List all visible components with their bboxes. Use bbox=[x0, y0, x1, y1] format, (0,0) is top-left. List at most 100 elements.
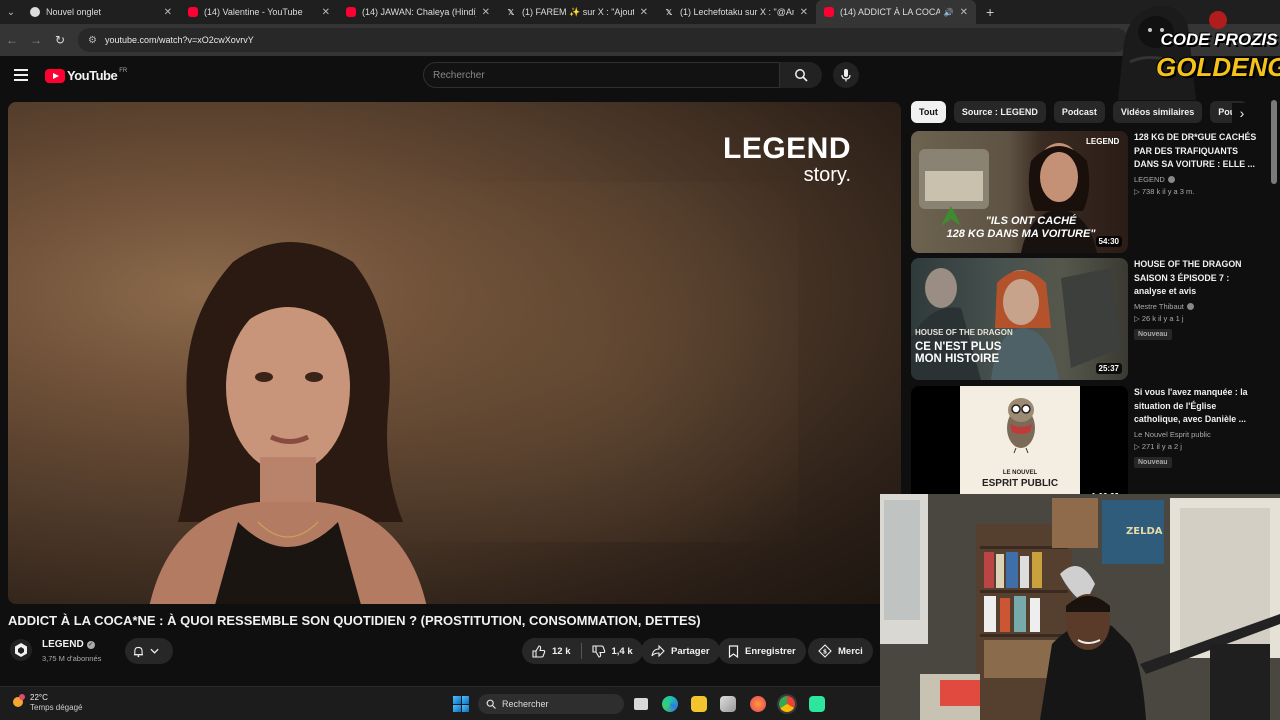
chip-source[interactable]: Source : LEGEND bbox=[953, 101, 1046, 123]
close-icon[interactable]: ✕ bbox=[640, 7, 648, 18]
file-explorer-icon[interactable] bbox=[691, 696, 707, 712]
search-button[interactable] bbox=[780, 62, 822, 88]
recommendation-title[interactable]: 128 KG DE DR*GUE CACHÉS PAR DES TRAFIQUA… bbox=[1134, 131, 1262, 172]
voice-search-button[interactable] bbox=[833, 62, 859, 88]
speaker-icon[interactable]: 🔊 bbox=[944, 8, 954, 17]
recommendation-title[interactable]: HOUSE OF THE DRAGON SAISON 3 ÉPISODE 7 :… bbox=[1134, 258, 1262, 299]
chip-all[interactable]: Tout bbox=[911, 101, 946, 123]
legend-story-watermark: LEGEND story. bbox=[723, 132, 852, 187]
channel-avatar[interactable] bbox=[10, 639, 32, 661]
recommendation-item[interactable]: LE NOUVEL ESPRIT PUBLIC 1:06:22 Si vous … bbox=[911, 386, 1271, 508]
watermark-story: story. bbox=[803, 164, 852, 186]
thumbnail-caption-2: CE N'EST PLUS MON HISTOIRE bbox=[915, 341, 1002, 365]
task-view-icon[interactable] bbox=[634, 698, 648, 710]
notifications-button[interactable] bbox=[125, 638, 173, 664]
windows-start-icon[interactable] bbox=[453, 696, 469, 712]
tab-new[interactable]: Nouvel onglet ✕ bbox=[22, 0, 180, 24]
taskbar-search[interactable]: Rechercher bbox=[478, 694, 624, 714]
address-bar: ← → ↻ ⚙ youtube.com/watch?v=xO2cwXovrvY bbox=[0, 24, 1280, 56]
recommendation-channel[interactable]: LEGEND bbox=[1134, 175, 1165, 184]
streamer-overlay-logo: CODE PROZIS GOLDENG bbox=[1110, 2, 1280, 100]
site-info-icon[interactable]: ⚙ bbox=[88, 35, 97, 46]
close-icon[interactable]: ✕ bbox=[322, 7, 330, 18]
back-icon[interactable]: ← bbox=[0, 33, 24, 47]
recommendation-item[interactable]: HOUSE OF THE DRAGON CE N'EST PLUS MON HI… bbox=[911, 258, 1271, 380]
url-field[interactable]: ⚙ youtube.com/watch?v=xO2cwXovrvY bbox=[78, 28, 1128, 52]
filter-chips: Tout Source : LEGEND Podcast Vidéos simi… bbox=[911, 101, 1256, 125]
dislike-button[interactable]: 1,4 k bbox=[591, 644, 633, 658]
video-duration: 54:30 bbox=[1095, 236, 1122, 247]
thumbs-up-icon bbox=[532, 644, 546, 658]
tab-title: (14) ADDICT À LA COCA*NE bbox=[840, 7, 940, 17]
new-tab-icon[interactable]: + bbox=[986, 4, 994, 20]
logo-text: YouTube bbox=[67, 68, 118, 83]
page-scrollbar[interactable] bbox=[1271, 100, 1277, 184]
verified-icon: ✓ bbox=[86, 641, 95, 649]
tab-title: (14) JAWAN: Chaleya (Hindi) | S bbox=[362, 7, 476, 17]
recommendation-channel[interactable]: Mestre Thibaut bbox=[1134, 302, 1184, 311]
youtube-icon bbox=[346, 7, 356, 17]
thumbnail-channel-mark: LEGEND bbox=[1086, 137, 1120, 146]
video-title: ADDICT À LA COCA*NE : À QUOI RESSEMBLE S… bbox=[8, 613, 701, 628]
chevron-right-icon[interactable]: › bbox=[1232, 103, 1252, 123]
app-icon[interactable] bbox=[809, 696, 825, 712]
share-label: Partager bbox=[671, 645, 710, 657]
tab-valentine[interactable]: (14) Valentine - YouTube ✕ bbox=[180, 0, 338, 24]
recommendation-info: HOUSE OF THE DRAGON SAISON 3 ÉPISODE 7 :… bbox=[1134, 258, 1262, 341]
close-icon[interactable]: ✕ bbox=[164, 7, 172, 18]
recommendation-channel-row: Mestre Thibaut bbox=[1134, 302, 1262, 311]
legend-logo-icon bbox=[15, 643, 27, 657]
video-actions-row: LEGEND ✓ 3,75 M d'abonnés 12 k 1,4 k Part… bbox=[8, 636, 888, 666]
youtube-icon bbox=[824, 7, 834, 17]
tab-addict-active[interactable]: (14) ADDICT À LA COCA*NE 🔊 ✕ bbox=[816, 0, 976, 24]
bookmark-icon bbox=[728, 644, 739, 658]
thanks-button[interactable]: $ Merci bbox=[808, 638, 873, 664]
channel-name-wrap[interactable]: LEGEND ✓ bbox=[42, 639, 95, 650]
firefox-icon[interactable] bbox=[750, 696, 766, 712]
thumbnail-caption-1: HOUSE OF THE DRAGON bbox=[915, 328, 1013, 337]
thumbnail-caption-1: "ILS ONT CACHÉ bbox=[985, 215, 1077, 227]
chrome-icon[interactable] bbox=[779, 696, 795, 712]
search-placeholder: Rechercher bbox=[433, 69, 485, 81]
browser-tab-strip: ⌄ Nouvel onglet ✕ (14) Valentine - YouTu… bbox=[0, 0, 1280, 24]
video-thumbnail[interactable]: LEGEND "ILS ONT CACHÉ 128 KG DANS MA VOI… bbox=[911, 131, 1128, 253]
temperature: 22°C bbox=[30, 693, 48, 702]
recommendation-item[interactable]: LEGEND "ILS ONT CACHÉ 128 KG DANS MA VOI… bbox=[911, 131, 1271, 253]
recommendation-title[interactable]: Si vous l'avez manquée : la situation de… bbox=[1134, 386, 1262, 427]
chip-similar[interactable]: Vidéos similaires bbox=[1112, 101, 1203, 123]
youtube-logo[interactable]: YouTube FR bbox=[45, 68, 127, 83]
tab-search-menu-icon[interactable]: ⌄ bbox=[0, 0, 22, 24]
tab-title: (1) Lechefotaku sur X : "@Amar bbox=[680, 7, 794, 17]
close-icon[interactable]: ✕ bbox=[482, 7, 490, 18]
close-icon[interactable]: ✕ bbox=[960, 7, 968, 18]
tab-jawan[interactable]: (14) JAWAN: Chaleya (Hindi) | S ✕ bbox=[338, 0, 498, 24]
youtube-icon bbox=[188, 7, 198, 17]
tab-lechefotaku[interactable]: 𝕏 (1) Lechefotaku sur X : "@Amar ✕ bbox=[656, 0, 816, 24]
search-input[interactable]: Rechercher bbox=[423, 62, 780, 88]
save-label: Enregistrer bbox=[745, 645, 796, 657]
reload-icon[interactable]: ↻ bbox=[48, 33, 72, 47]
video-thumbnail[interactable]: HOUSE OF THE DRAGON CE N'EST PLUS MON HI… bbox=[911, 258, 1128, 380]
share-button[interactable]: Partager bbox=[641, 638, 720, 664]
x-icon: 𝕏 bbox=[665, 7, 673, 17]
close-icon[interactable]: ✕ bbox=[800, 7, 808, 18]
recommendation-channel[interactable]: Le Nouvel Esprit public bbox=[1134, 430, 1211, 439]
tab-farem[interactable]: 𝕏 (1) FAREM ✨ sur X : "Ajoutons ✕ bbox=[498, 0, 656, 24]
chip-podcast[interactable]: Podcast bbox=[1053, 101, 1105, 123]
verified-icon bbox=[1167, 175, 1175, 183]
thumbs-down-icon bbox=[591, 644, 605, 658]
like-count: 12 k bbox=[552, 645, 571, 657]
mic-icon bbox=[841, 69, 851, 82]
edge-icon[interactable] bbox=[662, 696, 678, 712]
weather-widget[interactable]: 22°C Temps dégagé bbox=[10, 693, 82, 712]
forward-icon[interactable]: → bbox=[24, 33, 48, 47]
dislike-count: 1,4 k bbox=[611, 645, 633, 657]
save-button[interactable]: Enregistrer bbox=[718, 638, 806, 664]
video-player[interactable]: LEGEND story. bbox=[8, 102, 901, 604]
youtube-header: YouTube FR Rechercher bbox=[0, 56, 1280, 96]
watermark-legend: LEGEND bbox=[723, 132, 852, 165]
video-thumbnail[interactable]: LE NOUVEL ESPRIT PUBLIC 1:06:22 bbox=[911, 386, 1128, 508]
like-button[interactable]: 12 k bbox=[532, 644, 571, 658]
store-icon[interactable] bbox=[720, 696, 736, 712]
menu-icon[interactable] bbox=[14, 69, 28, 81]
